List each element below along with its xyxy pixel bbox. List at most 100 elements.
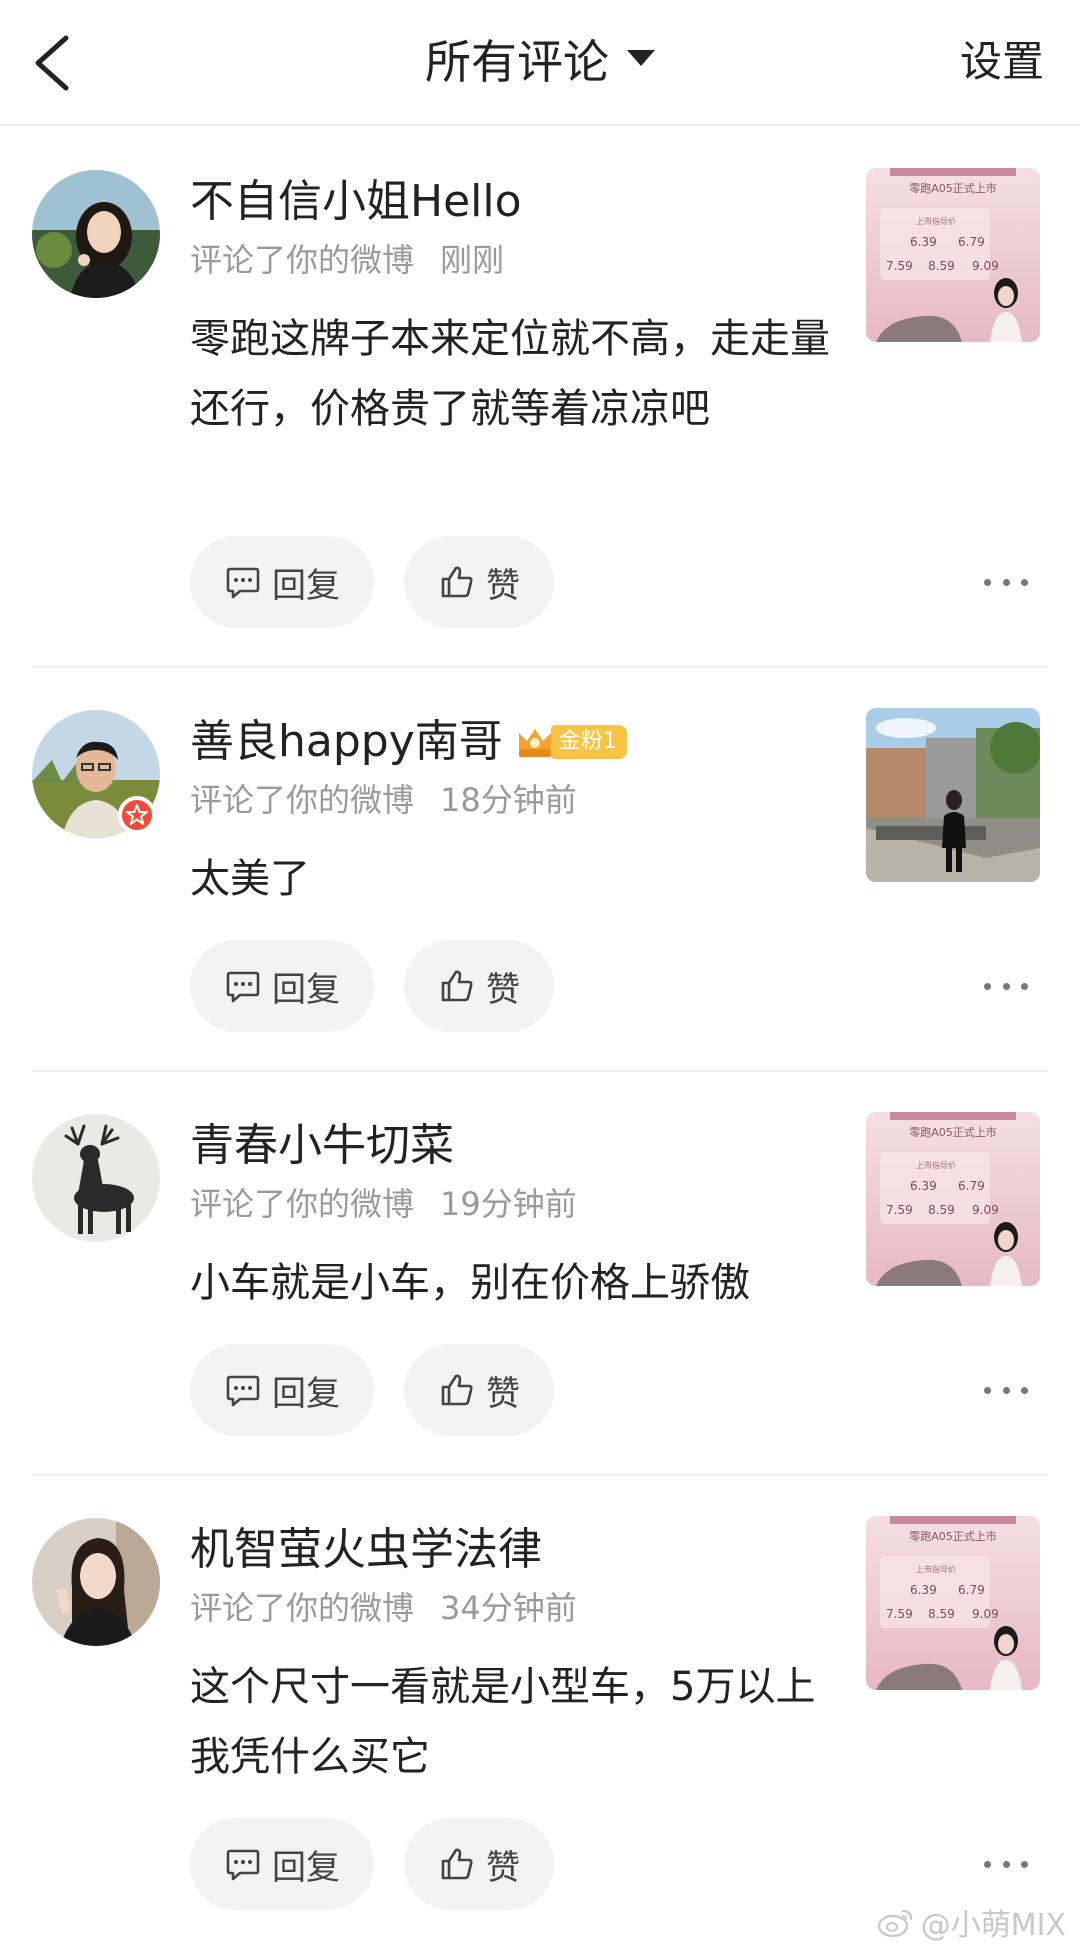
avatar-image — [32, 1518, 160, 1646]
reply-label: 回复 — [272, 969, 340, 1010]
comment-text[interactable]: 小车就是小车，别在价格上骄傲 — [190, 1248, 830, 1318]
comment-action: 评论了你的微博 — [190, 1589, 415, 1627]
ad-price-title: 上市指导价 — [916, 1160, 956, 1170]
ad-price: 9.09 — [972, 1607, 999, 1621]
like-button[interactable]: 赞 — [404, 1344, 554, 1436]
comment-item[interactable]: 不自信小姐Hello 评论了你的微博 刚刚 零跑这牌子本来定位就不高，走走量还行，… — [0, 128, 1080, 668]
ad-price: 9.09 — [972, 259, 999, 273]
comment-meta: 评论了你的微博 34分钟前 — [190, 1586, 577, 1630]
weibo-thumbnail[interactable]: 零跑A05正式上市 上市指导价 6.39 6.79 7.59 8.59 9.09 — [866, 1112, 1040, 1286]
ad-price-title: 上市指导价 — [916, 216, 956, 226]
comment-list: 不自信小姐Hello 评论了你的微博 刚刚 零跑这牌子本来定位就不高，走走量还行，… — [0, 128, 1080, 1946]
ad-headline: 零跑A05正式上市 — [909, 1125, 997, 1139]
watermark: @小萌MIX — [877, 1900, 1066, 1944]
username[interactable]: 机智萤火虫学法律 — [190, 1520, 542, 1580]
ad-price: 8.59 — [928, 1607, 955, 1621]
reply-button[interactable]: 回复 — [190, 1344, 374, 1436]
reply-button[interactable]: 回复 — [190, 1818, 374, 1910]
weibo-thumbnail[interactable]: 零跑A05正式上市 上市指导价 6.39 6.79 7.59 8.59 9.09 — [866, 168, 1040, 342]
reply-button[interactable]: 回复 — [190, 940, 374, 1032]
crown-icon — [518, 729, 551, 757]
comment-meta: 评论了你的微博 18分钟前 — [190, 778, 577, 822]
more-options-icon[interactable] — [984, 567, 1028, 597]
ad-price: 6.79 — [958, 1583, 985, 1597]
comment-action: 评论了你的微博 — [190, 241, 415, 279]
like-button[interactable]: 赞 — [404, 940, 554, 1032]
like-label: 赞 — [486, 1847, 520, 1888]
fan-badge-label: 金粉1 — [550, 725, 627, 759]
settings-button[interactable]: 设置 — [960, 30, 1044, 94]
ad-headline: 零跑A05正式上市 — [909, 181, 997, 195]
username-row: 青春小牛切菜 — [190, 1116, 454, 1176]
ad-price: 8.59 — [928, 259, 955, 273]
ad-thumbnail-image: 零跑A05正式上市 上市指导价 6.39 6.79 7.59 8.59 9.09 — [866, 1516, 1040, 1690]
ad-price: 7.59 — [886, 1203, 913, 1217]
like-button[interactable]: 赞 — [404, 1818, 554, 1910]
comment-time: 19分钟前 — [440, 1185, 577, 1223]
username-row: 机智萤火虫学法律 — [190, 1520, 542, 1580]
ad-price: 8.59 — [928, 1203, 955, 1217]
comment-item[interactable]: 青春小牛切菜 评论了你的微博 19分钟前 小车就是小车，别在价格上骄傲 零跑A05… — [0, 1072, 1080, 1476]
comment-time: 刚刚 — [440, 241, 505, 279]
more-options-icon[interactable] — [984, 1375, 1028, 1405]
comment-item[interactable]: 善良happy南哥 金粉1 评论了你的微博 18分钟前 太美了 回复 赞 — [0, 668, 1080, 1072]
photo-thumbnail-image — [866, 708, 1040, 882]
avatar[interactable] — [32, 1114, 160, 1242]
ad-thumbnail-image: 零跑A05正式上市 上市指导价 6.39 6.79 7.59 8.59 9.09 — [866, 1112, 1040, 1286]
thumbs-up-icon — [441, 1848, 473, 1880]
ad-headline: 零跑A05正式上市 — [909, 1529, 997, 1543]
like-button[interactable]: 赞 — [404, 536, 554, 628]
comment-icon — [226, 971, 260, 1003]
comment-icon — [226, 1849, 260, 1881]
comment-text[interactable]: 太美了 — [190, 844, 830, 914]
avatar[interactable] — [32, 1518, 160, 1646]
ad-price: 6.39 — [910, 235, 937, 249]
comment-meta: 评论了你的微博 19分钟前 — [190, 1182, 577, 1226]
comment-action: 评论了你的微博 — [190, 1185, 415, 1223]
comment-icon — [226, 567, 260, 599]
thumbs-up-icon — [441, 566, 473, 598]
ad-thumbnail-image: 零跑A05正式上市 上市指导价 6.39 6.79 7.59 8.59 9.09 — [866, 168, 1040, 342]
avatar[interactable] — [32, 170, 160, 298]
weibo-logo-icon — [877, 1909, 912, 1938]
reply-label: 回复 — [272, 1373, 340, 1414]
comment-time: 18分钟前 — [440, 781, 577, 819]
more-options-icon[interactable] — [984, 1849, 1028, 1879]
thumbs-up-icon — [441, 1374, 473, 1406]
caret-down-icon — [627, 50, 655, 66]
weibo-thumbnail[interactable]: 零跑A05正式上市 上市指导价 6.39 6.79 7.59 8.59 9.09 — [866, 1516, 1040, 1690]
ad-price: 7.59 — [886, 259, 913, 273]
username[interactable]: 青春小牛切菜 — [190, 1116, 454, 1176]
weibo-thumbnail[interactable] — [866, 708, 1040, 882]
username[interactable]: 善良happy南哥 — [190, 712, 503, 772]
comment-text[interactable]: 这个尺寸一看就是小型车，5万以上我凭什么买它 — [190, 1652, 830, 1792]
ad-price-title: 上市指导价 — [916, 1564, 956, 1574]
ad-price: 6.39 — [910, 1179, 937, 1193]
like-label: 赞 — [486, 1373, 520, 1414]
more-options-icon[interactable] — [984, 971, 1028, 1001]
reply-label: 回复 — [272, 1847, 340, 1888]
top-bar: 所有评论 设置 — [0, 0, 1080, 126]
comment-time: 34分钟前 — [440, 1589, 577, 1627]
fan-badge[interactable]: 金粉1 — [515, 723, 627, 761]
comment-text[interactable]: 零跑这牌子本来定位就不高，走走量还行，价格贵了就等着凉凉吧 — [190, 304, 830, 444]
username-row: 善良happy南哥 金粉1 — [190, 712, 627, 772]
username-row: 不自信小姐Hello — [190, 172, 522, 232]
reply-button[interactable]: 回复 — [190, 536, 374, 628]
page-title: 所有评论 — [425, 35, 609, 89]
comment-meta: 评论了你的微博 刚刚 — [190, 238, 504, 282]
comment-icon — [226, 1375, 260, 1407]
thumbs-up-icon — [441, 970, 473, 1002]
ad-price: 9.09 — [972, 1203, 999, 1217]
like-label: 赞 — [486, 969, 520, 1010]
comment-filter-dropdown[interactable]: 所有评论 — [0, 30, 1080, 94]
comment-item[interactable]: 机智萤火虫学法律 评论了你的微博 34分钟前 这个尺寸一看就是小型车，5万以上我凭… — [0, 1476, 1080, 1946]
ad-price: 7.59 — [886, 1607, 913, 1621]
avatar-image — [32, 170, 160, 298]
star-icon — [126, 804, 148, 825]
ad-price: 6.79 — [958, 1179, 985, 1193]
ad-price: 6.39 — [910, 1583, 937, 1597]
verified-badge — [118, 796, 156, 834]
avatar-image — [32, 1114, 160, 1242]
username[interactable]: 不自信小姐Hello — [190, 172, 522, 232]
